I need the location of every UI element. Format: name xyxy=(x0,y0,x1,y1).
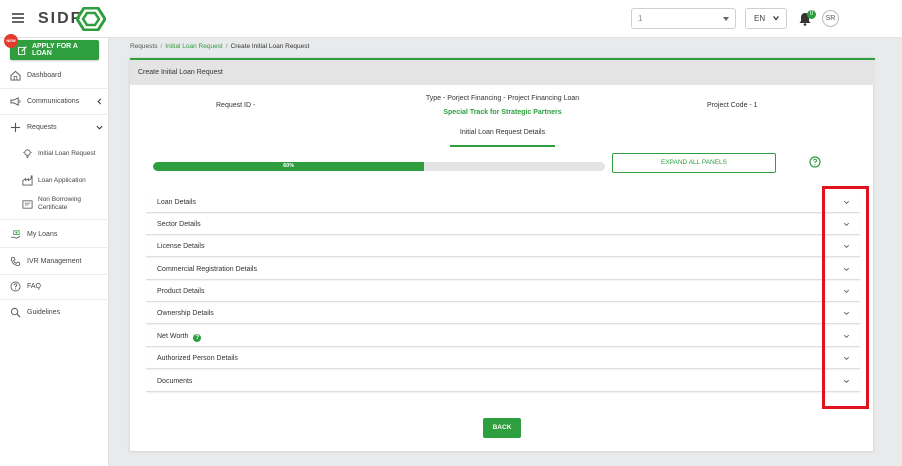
panel-commercial-registration-details[interactable]: Commercial Registration Details xyxy=(146,259,860,280)
panel-label: License Details xyxy=(157,243,205,250)
sidebar-item-label: Dashboard xyxy=(27,72,62,79)
divider xyxy=(0,114,109,115)
project-code: Project Code - 1 xyxy=(707,102,758,109)
language-select[interactable]: EN xyxy=(745,8,787,29)
search-icon xyxy=(10,307,21,318)
certificate-icon xyxy=(22,199,33,209)
avatar[interactable]: SR xyxy=(822,10,839,27)
back-button[interactable]: BACK xyxy=(483,418,521,438)
megaphone-icon xyxy=(10,97,21,106)
divider xyxy=(0,219,109,220)
apply-for-loan-button[interactable]: APPLY FOR A LOAN xyxy=(10,40,99,60)
help-icon[interactable] xyxy=(809,156,821,168)
chevron-down-icon xyxy=(96,125,103,130)
lightbulb-icon xyxy=(22,149,33,159)
panel-label: Sector Details xyxy=(157,221,201,228)
sidebar-subitem-initial-loan-request[interactable]: Initial Loan Request xyxy=(22,148,102,159)
sidebar-item-label: Guidelines xyxy=(27,309,61,316)
panel-sector-details[interactable]: Sector Details xyxy=(146,214,860,235)
breadcrumb-separator: / xyxy=(225,43,228,50)
request-id: Request ID - xyxy=(216,102,256,109)
tab-initial-loan-request-details[interactable]: Initial Loan Request Details xyxy=(450,129,555,147)
highlight-box xyxy=(822,186,869,409)
panel-loan-details[interactable]: Loan Details xyxy=(146,192,860,213)
notification-badge: 0 xyxy=(807,10,816,19)
panel-documents[interactable]: Documents xyxy=(146,371,860,392)
progress-bar: 60% xyxy=(153,162,605,171)
breadcrumb-current: Create Initial Loan Request xyxy=(230,43,310,50)
sidebar-item-label: IVR Management xyxy=(27,258,82,265)
edit-icon xyxy=(18,45,27,55)
plus-icon xyxy=(10,122,21,133)
sidebar-item-communications[interactable]: Communications xyxy=(10,96,105,107)
sidebar-subitem-non-borrowing-certificate[interactable]: Non Borrowing Certificate xyxy=(22,196,102,212)
help-icon[interactable]: ? xyxy=(193,334,202,342)
sidebar-item-dashboard[interactable]: Dashboard xyxy=(10,70,105,81)
panel-authorized-person-details[interactable]: Authorized Person Details xyxy=(146,348,860,369)
sidebar-item-requests[interactable]: Requests xyxy=(10,122,105,133)
sidebar: APPLY FOR A LOAN NEW Dashboard Communica… xyxy=(0,34,109,466)
page-title: Create Initial Loan Request xyxy=(130,58,875,85)
expand-all-panels-button[interactable]: EXPAND ALL PANELS xyxy=(612,153,776,173)
panel-label: Net Worth xyxy=(157,333,189,340)
request-type: Type - Porject Financing - Project Finan… xyxy=(425,95,580,102)
progress-fill: 60% xyxy=(153,162,425,171)
sidebar-subitem-label: Initial Loan Request xyxy=(38,149,96,157)
divider xyxy=(0,247,109,248)
new-badge: NEW xyxy=(4,34,18,48)
breadcrumb: Requests / Initial Loan Request / Create Ini… xyxy=(130,43,309,50)
sidebar-subitem-loan-application[interactable]: Loan Application xyxy=(22,175,102,186)
entity-select-value: 1 xyxy=(638,14,643,23)
question-icon xyxy=(10,281,21,292)
dashboard-icon xyxy=(10,70,21,81)
request-card: Create Initial Loan Request Request ID -… xyxy=(129,57,875,452)
sidebar-subitem-label: Loan Application xyxy=(38,176,86,184)
panel-net-worth[interactable]: Net Worth? xyxy=(146,326,860,347)
panel-license-details[interactable]: License Details xyxy=(146,236,860,257)
language-value: EN xyxy=(754,14,766,23)
chevron-down-icon xyxy=(773,16,779,21)
entity-select[interactable]: 1 xyxy=(631,8,736,29)
panel-label: Loan Details xyxy=(157,199,196,206)
sidebar-item-my-loans[interactable]: My Loans xyxy=(10,229,105,240)
hand-money-icon xyxy=(10,230,21,239)
menu-icon[interactable] xyxy=(12,13,24,23)
divider xyxy=(0,274,109,275)
sidebar-item-guidelines[interactable]: Guidelines xyxy=(10,307,105,318)
sidebar-item-ivr-management[interactable]: IVR Management xyxy=(10,256,105,267)
panel-label: Commercial Registration Details xyxy=(157,266,257,273)
divider xyxy=(0,299,109,300)
panel-ownership-details[interactable]: Ownership Details xyxy=(146,303,860,324)
top-bar: SIDF 1 EN 0 SR xyxy=(0,0,902,38)
phone-icon xyxy=(10,256,21,267)
apply-for-loan-label: APPLY FOR A LOAN xyxy=(31,43,78,57)
sidebar-item-label: Communications xyxy=(27,98,80,105)
panel-label: Ownership Details xyxy=(157,310,214,317)
chevron-left-icon xyxy=(97,98,102,105)
sidebar-item-faq[interactable]: FAQ xyxy=(10,281,105,292)
factory-icon xyxy=(22,175,33,186)
sidebar-item-label: FAQ xyxy=(27,283,42,290)
panel-product-details[interactable]: Product Details xyxy=(146,281,860,302)
sidebar-item-label: Requests xyxy=(27,124,57,131)
sidebar-subitem-label: Non Borrowing Certificate xyxy=(38,196,81,211)
logo-icon xyxy=(76,7,106,31)
breadcrumb-requests[interactable]: Requests xyxy=(130,43,157,50)
breadcrumb-separator: / xyxy=(160,43,163,50)
caret-down-icon xyxy=(723,17,729,21)
panel-label: Documents xyxy=(157,378,193,385)
breadcrumb-initial-loan-request[interactable]: Initial Loan Request xyxy=(165,43,222,50)
panel-label: Authorized Person Details xyxy=(157,355,238,362)
panel-label: Product Details xyxy=(157,288,205,295)
sidebar-item-label: My Loans xyxy=(27,231,58,238)
divider xyxy=(0,88,109,89)
request-track: Special Track for Strategic Partners xyxy=(443,109,562,116)
